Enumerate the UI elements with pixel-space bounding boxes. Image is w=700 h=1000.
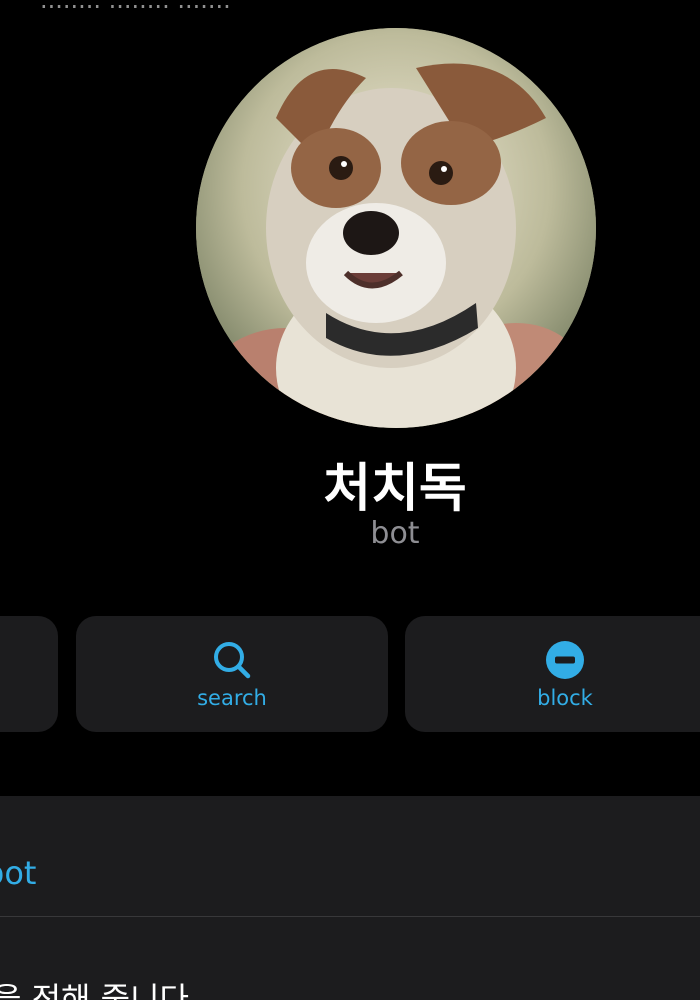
partial-action-button[interactable] [0, 616, 58, 732]
info-card: bot 을 전해 줍니다 [0, 796, 700, 1000]
block-icon [546, 641, 584, 679]
description-text: 을 전해 줍니다 [0, 980, 189, 1000]
search-label: search [197, 686, 267, 710]
block-button[interactable]: block [405, 616, 700, 732]
top-cut-text: ........ ........ ....... [40, 0, 231, 14]
profile-name: 처치독 [323, 459, 467, 519]
info-divider [0, 916, 700, 917]
profile-screen: ........ ........ ....... 처치독 bot search… [0, 0, 700, 1000]
search-button[interactable]: search [76, 616, 388, 732]
username-text[interactable]: bot [0, 854, 36, 892]
search-icon [214, 642, 251, 679]
profile-subtitle: bot [370, 516, 420, 551]
block-label: block [537, 686, 593, 710]
dog-photo [196, 28, 596, 428]
profile-avatar[interactable] [196, 28, 596, 428]
